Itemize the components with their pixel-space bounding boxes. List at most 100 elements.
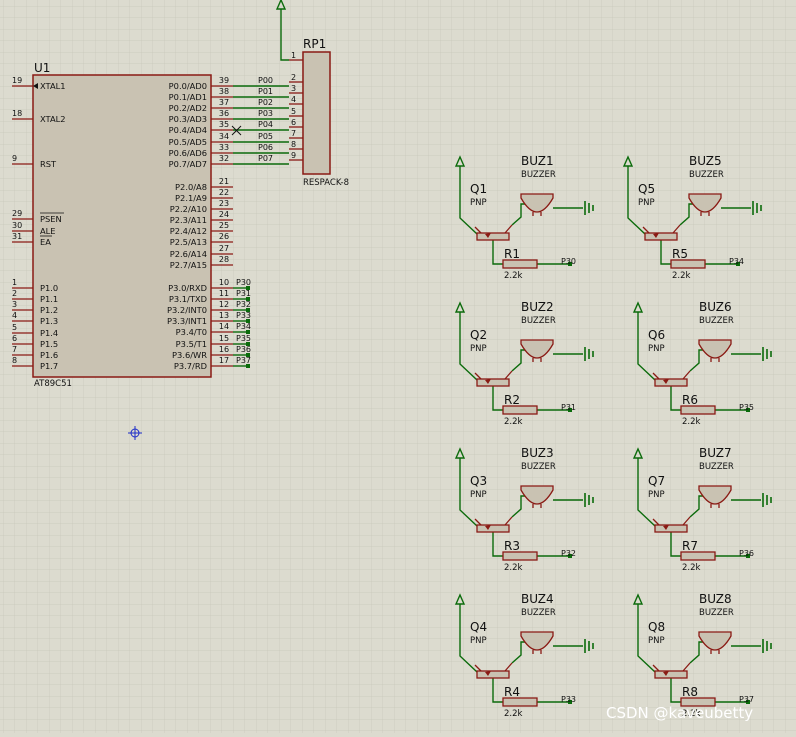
respack-pin-number: 2 bbox=[291, 73, 296, 82]
mcu-left-pin-number: 18 bbox=[12, 109, 22, 118]
transistor-body bbox=[644, 232, 678, 241]
mcu-right-pin-number: 17 bbox=[219, 356, 229, 365]
buzzer-type-label: BUZZER bbox=[521, 608, 556, 618]
mcu-left-pin-name: RST bbox=[40, 159, 57, 169]
mcu-right-pin-name: P2.3/A11 bbox=[170, 215, 207, 225]
watermark-text: CSDN @kaveubetty bbox=[606, 704, 753, 722]
resistor-value-label: 2.2k bbox=[682, 417, 701, 427]
mcu-right-pin-number: 39 bbox=[219, 76, 229, 85]
resistor-ref-label: R8 bbox=[682, 685, 698, 699]
transistor-ref-label: Q6 bbox=[648, 328, 665, 342]
mcu-right-pin-number: 16 bbox=[219, 345, 229, 354]
respack-pin-number: 8 bbox=[291, 140, 296, 149]
mcu-right-pin-number: 15 bbox=[219, 334, 229, 343]
respack-pin-number: 5 bbox=[291, 107, 296, 116]
mcu-left-pin-number: 4 bbox=[12, 311, 17, 320]
transistor-ref-label: Q2 bbox=[470, 328, 487, 342]
respack-pin-number: 6 bbox=[291, 118, 296, 127]
mcu-left-pin-name: P1.7 bbox=[40, 361, 58, 371]
stage-net-label: P34 bbox=[729, 257, 744, 266]
mcu-left-pin-name: XTAL1 bbox=[40, 81, 66, 91]
buzzer-ref-label: BUZ7 bbox=[699, 446, 732, 460]
mcu-right-pin-number: 34 bbox=[219, 132, 229, 141]
buzzer-type-label: BUZZER bbox=[521, 316, 556, 326]
mcu-right-pin-number: 38 bbox=[219, 87, 229, 96]
respack-pin-number: 4 bbox=[291, 95, 296, 104]
p3-net-label: P32 bbox=[236, 300, 251, 309]
mcu-right-pin-name: P3.3/INT1 bbox=[167, 316, 207, 326]
mcu-right-pin-name: P0.5/AD5 bbox=[169, 137, 207, 147]
mcu-right-pin-number: 35 bbox=[219, 120, 229, 129]
mcu-left-pin-number: 6 bbox=[12, 334, 17, 343]
resistor-ref-label: R3 bbox=[504, 539, 520, 553]
transistor-ref-label: Q5 bbox=[638, 182, 655, 196]
mcu-right-pin-name: P0.3/AD3 bbox=[169, 114, 207, 124]
transistor-body bbox=[654, 524, 688, 533]
mcu-left-pin-number: 31 bbox=[12, 232, 22, 241]
resistor-value-label: 2.2k bbox=[504, 271, 523, 281]
resistor-body bbox=[680, 405, 716, 415]
buzzer-ref-label: BUZ1 bbox=[521, 154, 554, 168]
respack-body bbox=[302, 51, 331, 175]
stage-net-label: P37 bbox=[739, 695, 754, 704]
buzzer-ref-label: BUZ2 bbox=[521, 300, 554, 314]
respack-pin-number: 7 bbox=[291, 129, 296, 138]
resistor-value-label: 2.2k bbox=[504, 563, 523, 573]
resistor-value-label: 2.2k bbox=[504, 417, 523, 427]
respack-pin-number: 1 bbox=[291, 51, 296, 60]
mcu-right-pin-number: 26 bbox=[219, 232, 229, 241]
mcu-right-pin-number: 33 bbox=[219, 143, 229, 152]
mcu-right-pin-name: P2.7/A15 bbox=[170, 260, 207, 270]
p3-net-label: P34 bbox=[236, 322, 251, 331]
transistor-type-label: PNP bbox=[470, 198, 487, 208]
transistor-ref-label: Q8 bbox=[648, 620, 665, 634]
resistor-body bbox=[670, 259, 706, 269]
buzzer-ref-label: BUZ4 bbox=[521, 592, 554, 606]
transistor-ref-label: Q3 bbox=[470, 474, 487, 488]
resistor-body bbox=[502, 259, 538, 269]
stage-net-label: P30 bbox=[561, 257, 576, 266]
mcu-left-pin-number: 30 bbox=[12, 221, 22, 230]
mcu-ref-label: U1 bbox=[34, 61, 50, 75]
mcu-right-pin-number: 21 bbox=[219, 177, 229, 186]
mcu-left-pin-name: XTAL2 bbox=[40, 114, 66, 124]
respack-pin-number: 9 bbox=[291, 151, 296, 160]
mcu-left-pin-name: PSEN bbox=[40, 214, 62, 224]
p3-net-label: P36 bbox=[236, 345, 251, 354]
transistor-body bbox=[476, 232, 510, 241]
mcu-right-pin-number: 22 bbox=[219, 188, 229, 197]
stage-net-label: P31 bbox=[561, 403, 576, 412]
schematic-svg: 19XTAL118XTAL29RST29PSEN30ALE31EA1P1.02P… bbox=[0, 0, 796, 733]
p0-net-label: P03 bbox=[258, 109, 273, 118]
p0-net-label: P04 bbox=[258, 120, 273, 129]
p3-net-label: P33 bbox=[236, 311, 251, 320]
mcu-right-pin-name: P3.1/TXD bbox=[169, 294, 207, 304]
buzzer-type-label: BUZZER bbox=[689, 170, 724, 180]
p0-net-label: P07 bbox=[258, 154, 273, 163]
mcu-right-pin-name: P3.6/WR bbox=[172, 350, 207, 360]
respack-ref-label: RP1 bbox=[303, 37, 326, 51]
mcu-left-pin-name: P1.3 bbox=[40, 316, 58, 326]
resistor-value-label: 2.2k bbox=[672, 271, 691, 281]
mcu-right-pin-number: 36 bbox=[219, 109, 229, 118]
p3-net-label: P35 bbox=[236, 334, 251, 343]
buzzer-ref-label: BUZ3 bbox=[521, 446, 554, 460]
mcu-right-pin-number: 11 bbox=[219, 289, 229, 298]
mcu-left-pin-number: 2 bbox=[12, 289, 17, 298]
transistor-type-label: PNP bbox=[648, 344, 665, 354]
mcu-left-pin-name: ALE bbox=[40, 226, 56, 236]
mcu-right-pin-name: P3.4/T0 bbox=[176, 327, 207, 337]
buzzer-type-label: BUZZER bbox=[699, 608, 734, 618]
mcu-left-pin-number: 9 bbox=[12, 154, 17, 163]
mcu-left-pin-name: P1.2 bbox=[40, 305, 58, 315]
transistor-type-label: PNP bbox=[470, 490, 487, 500]
mcu-right-pin-number: 28 bbox=[219, 255, 229, 264]
mcu-right-pin-name: P2.5/A13 bbox=[170, 237, 207, 247]
resistor-ref-label: R6 bbox=[682, 393, 698, 407]
mcu-right-pin-name: P0.4/AD4 bbox=[169, 125, 207, 135]
transistor-ref-label: Q1 bbox=[470, 182, 487, 196]
stage-net-label: P36 bbox=[739, 549, 754, 558]
p0-net-label: P01 bbox=[258, 87, 273, 96]
mcu-left-pin-number: 3 bbox=[12, 300, 17, 309]
resistor-ref-label: R5 bbox=[672, 247, 688, 261]
